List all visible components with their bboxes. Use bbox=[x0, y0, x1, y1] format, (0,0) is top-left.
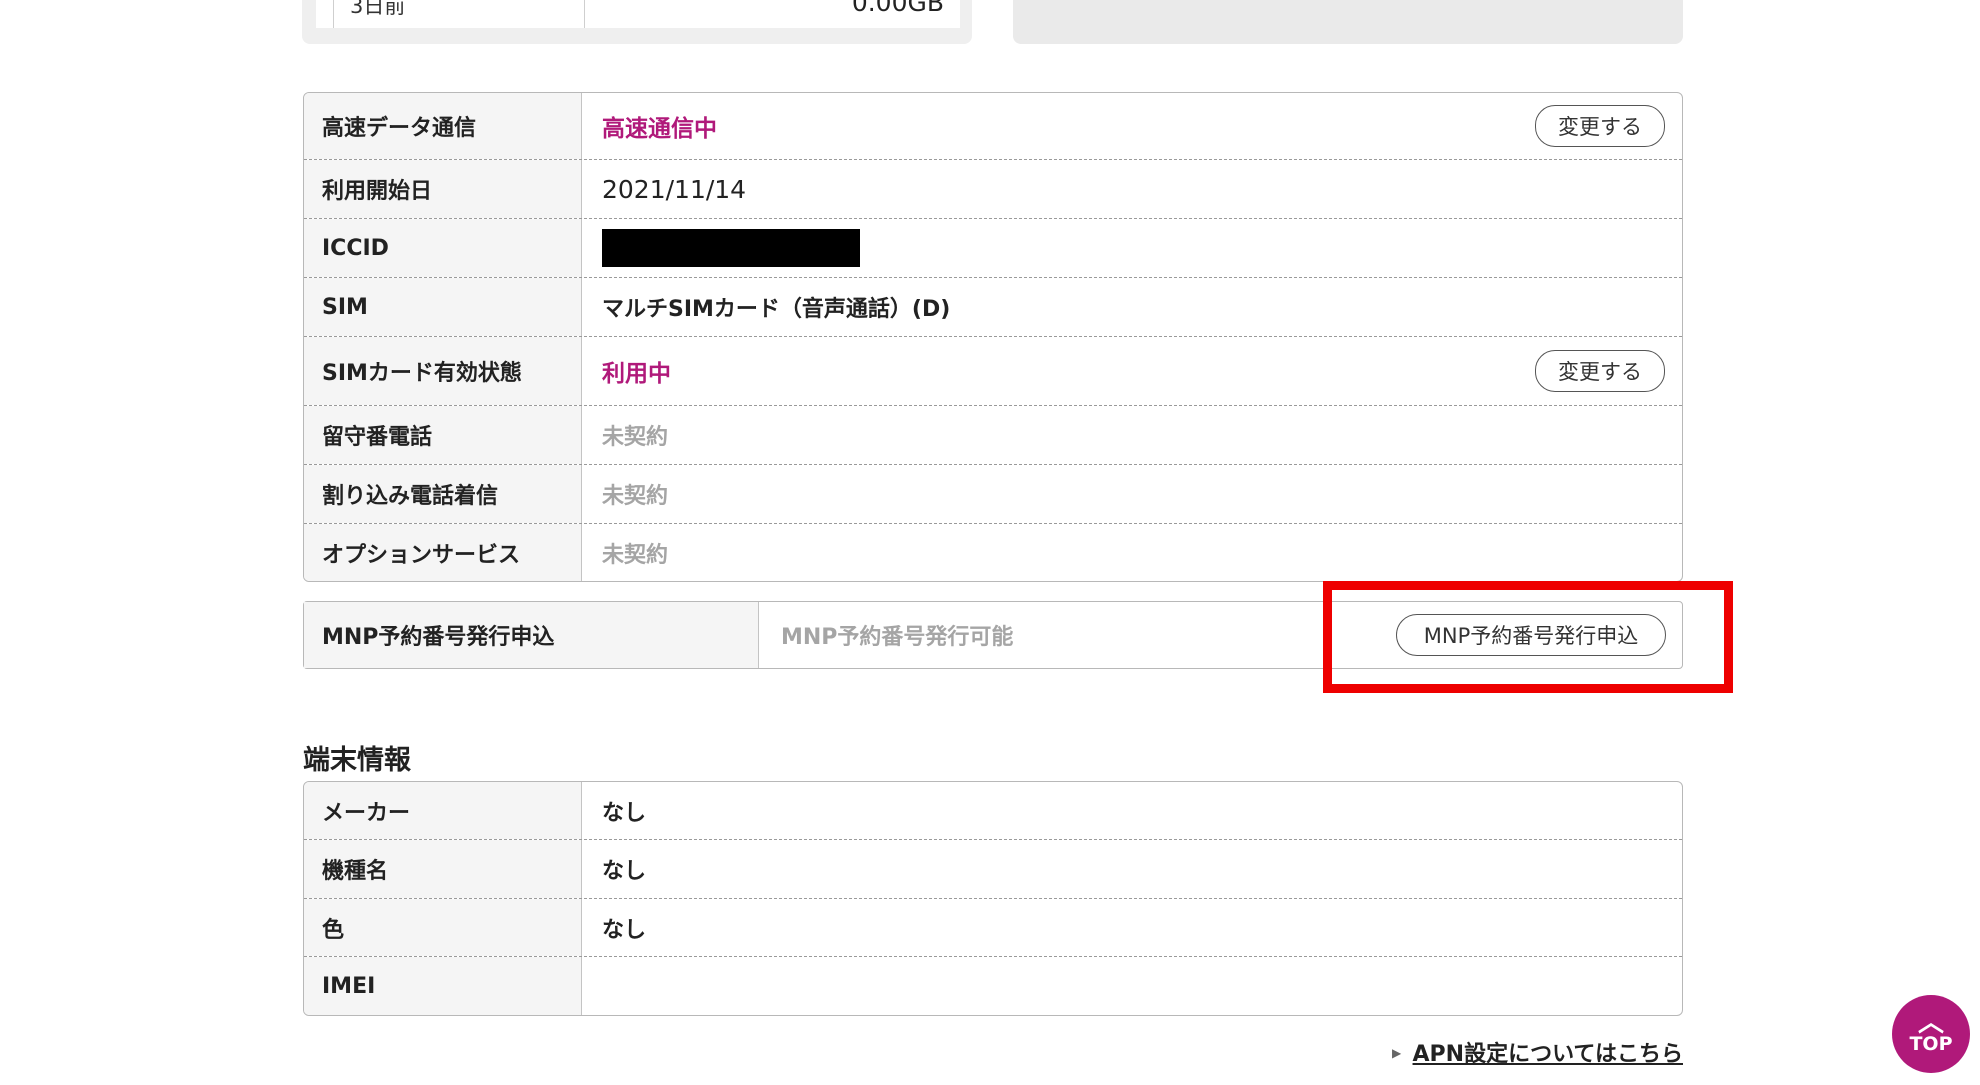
call-waiting-status: 未契約 bbox=[602, 484, 669, 509]
back-to-top-button[interactable]: ︿ TOP bbox=[1892, 995, 1970, 1073]
divider bbox=[333, 0, 334, 28]
color-value: なし bbox=[602, 917, 647, 943]
table-row: 利用開始日 2021/11/14 bbox=[304, 160, 1682, 219]
table-row: 高速データ通信 高速通信中 変更する bbox=[304, 93, 1682, 160]
table-row: メーカー なし bbox=[304, 782, 1682, 840]
option-service-status: 未契約 bbox=[602, 542, 669, 568]
change-highspeed-button[interactable]: 変更する bbox=[1535, 105, 1665, 147]
table-row: 割り込み電話着信 未契約 bbox=[304, 465, 1682, 524]
change-sim-status-button[interactable]: 変更する bbox=[1535, 350, 1665, 392]
row-label: 留守番電話 bbox=[304, 406, 582, 464]
row-label: SIMカード有効状態 bbox=[304, 337, 582, 405]
table-row: オプションサービス 未契約 bbox=[304, 524, 1682, 581]
row-label: ICCID bbox=[304, 219, 582, 277]
row-label: オプションサービス bbox=[304, 524, 582, 581]
apn-settings-link[interactable]: APN設定についてはこちら bbox=[1390, 1036, 1683, 1068]
row-label: 利用開始日 bbox=[304, 160, 582, 218]
model-value: なし bbox=[602, 859, 647, 884]
voicemail-status: 未契約 bbox=[602, 425, 669, 450]
sim-info-table: 高速データ通信 高速通信中 変更する 利用開始日 2021/11/14 ICCI… bbox=[303, 92, 1683, 582]
row-label: 高速データ通信 bbox=[304, 93, 582, 159]
table-row: SIMカード有効状態 利用中 変更する bbox=[304, 337, 1682, 406]
row-label: IMEI bbox=[304, 957, 582, 1015]
iccid-value bbox=[582, 219, 1682, 277]
top-label: TOP bbox=[1909, 1033, 1953, 1055]
table-row: 機種名 なし bbox=[304, 840, 1682, 899]
usage-day-label: 3日前 bbox=[350, 0, 406, 18]
imei-value bbox=[582, 957, 1682, 1015]
row-label: メーカー bbox=[304, 782, 582, 839]
chevron-up-icon: ︿ bbox=[1917, 1008, 1944, 1038]
table-row: ICCID bbox=[304, 219, 1682, 278]
highspeed-status: 高速通信中 bbox=[602, 116, 717, 142]
start-date: 2021/11/14 bbox=[602, 174, 747, 204]
row-label: 機種名 bbox=[304, 840, 582, 898]
device-info-table: メーカー なし 機種名 なし 色 なし IMEI bbox=[303, 781, 1683, 1016]
mnp-label: MNP予約番号発行申込 bbox=[304, 602, 759, 668]
row-label: 割り込み電話着信 bbox=[304, 465, 582, 523]
redacted-block bbox=[602, 229, 860, 267]
maker-value: なし bbox=[602, 800, 647, 826]
side-panel bbox=[1013, 0, 1683, 44]
divider bbox=[584, 0, 585, 28]
row-label: 色 bbox=[304, 899, 582, 956]
row-label: SIM bbox=[304, 278, 582, 336]
highlight-box bbox=[1323, 581, 1733, 693]
table-row: IMEI bbox=[304, 957, 1682, 1015]
table-row: SIM マルチSIMカード（音声通話）(D) bbox=[304, 278, 1682, 337]
sim-type: マルチSIMカード（音声通話）(D) bbox=[602, 297, 951, 322]
device-info-title: 端末情報 bbox=[303, 745, 411, 776]
table-row: 色 なし bbox=[304, 899, 1682, 957]
table-row: 留守番電話 未契約 bbox=[304, 406, 1682, 465]
sim-status: 利用中 bbox=[602, 361, 671, 387]
usage-day-value: 0.00GB bbox=[851, 0, 944, 17]
